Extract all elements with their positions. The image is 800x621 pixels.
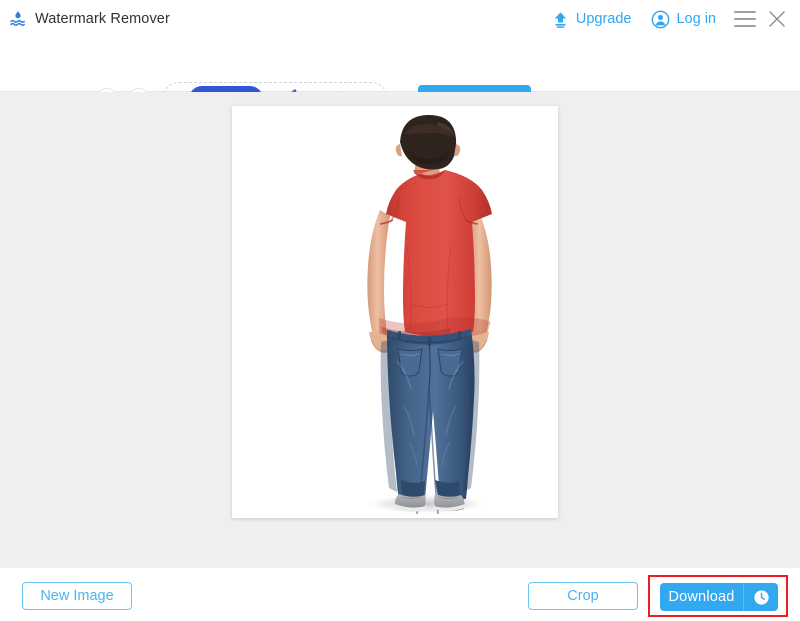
- title-bar: Watermark Remover Upgrade Log in: [0, 0, 800, 38]
- image-canvas[interactable]: shutterstock shutterstock shutterstock s…: [232, 106, 558, 518]
- header-actions: Upgrade Log in: [541, 0, 790, 38]
- download-label: Download: [668, 589, 735, 605]
- subject-photo: [232, 106, 558, 518]
- watermark-remover-window: Watermark Remover Upgrade Log in New Ima…: [0, 0, 800, 621]
- user-circle-icon: [651, 10, 670, 29]
- upgrade-label: Upgrade: [575, 11, 632, 27]
- download-button[interactable]: Download: [660, 583, 778, 611]
- crop-button[interactable]: Crop: [528, 582, 638, 610]
- brand: Watermark Remover: [8, 9, 170, 29]
- footer-bar: New Image Crop Download 3: [0, 568, 800, 621]
- editor-toolbar: Lasso Remove: [0, 38, 800, 116]
- login-label: Log in: [676, 11, 716, 27]
- editor-workspace[interactable]: shutterstock shutterstock shutterstock s…: [0, 92, 800, 568]
- new-image-label: New Image: [40, 588, 114, 604]
- hamburger-menu-icon[interactable]: [734, 11, 756, 27]
- upgrade-button[interactable]: Upgrade: [541, 0, 642, 38]
- app-title: Watermark Remover: [35, 11, 170, 27]
- clock-history-icon[interactable]: [744, 583, 778, 611]
- new-image-button[interactable]: New Image: [22, 582, 132, 610]
- close-icon[interactable]: [766, 8, 788, 30]
- watermark-droplet-logo-icon: [8, 9, 28, 29]
- login-button[interactable]: Log in: [641, 0, 726, 38]
- download-highlight-box: Download: [648, 575, 788, 617]
- crop-label: Crop: [567, 588, 599, 604]
- upload-arrow-icon: [551, 10, 570, 29]
